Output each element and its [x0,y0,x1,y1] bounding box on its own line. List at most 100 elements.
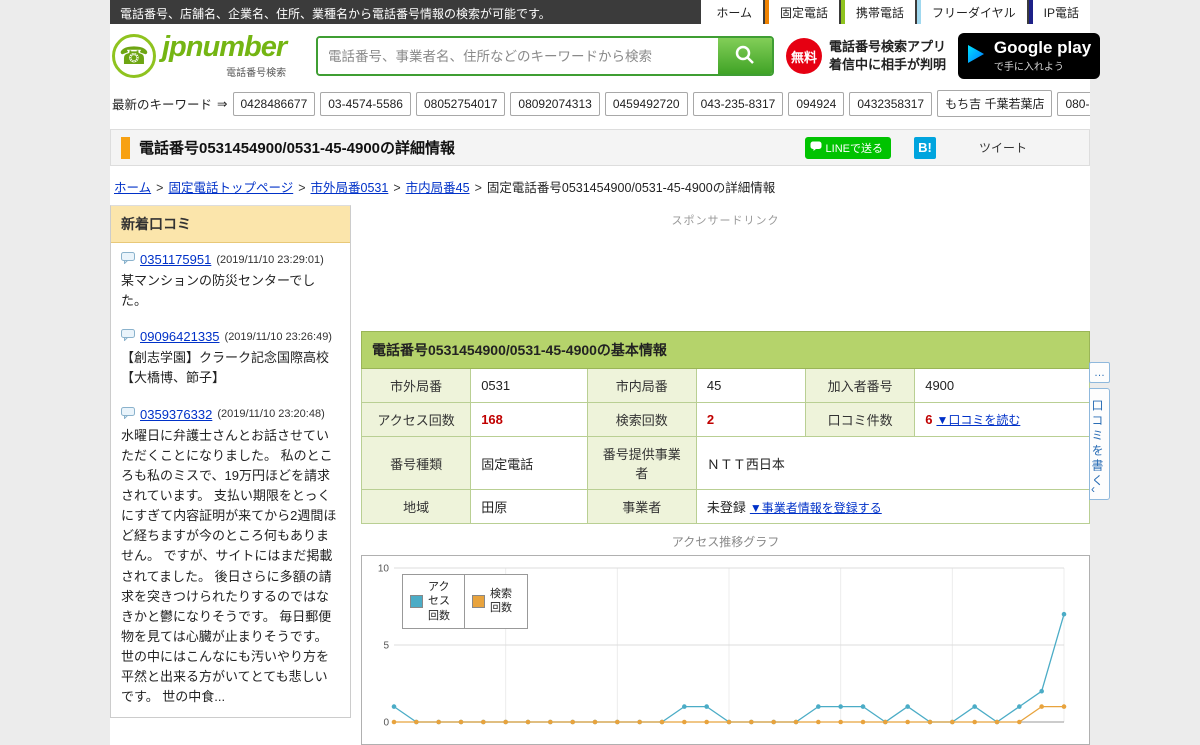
review-text: 【創志学園】クラーク記念国際高校【大橋博、節子】 [121,350,330,386]
business-value: 未登録 ▼事業者情報を登録する [695,489,1091,524]
keyword-button[interactable]: 0428486677 [232,91,316,116]
chart-legend: アクセス回数 検索回数 [402,574,528,629]
speech-bubble-icon [121,406,135,422]
number-type-label: 番号種類 [360,436,472,490]
keyword-button[interactable]: 080-3228-5174 [1057,91,1090,116]
breadcrumb-separator: > [156,181,164,195]
top-navigation: ホーム 固定電話 携帯電話 フリーダイヤル IP電話 [699,0,1090,24]
review-item: 0359376332 (2019/11/10 23:20:48) 水曜日に弁護士… [111,398,350,717]
city-code-value: 45 [695,368,807,403]
register-business-link[interactable]: ▼事業者情報を登録する [750,501,882,515]
ad-space [361,231,1090,331]
basic-info-title: 電話番号0531454900/0531-45-4900の基本情報 [361,331,1090,369]
topnav-ipphone[interactable]: IP電話 [1028,0,1090,24]
review-phone-link[interactable]: 09096421335 [140,329,220,344]
review-phone-link[interactable]: 0359376332 [140,407,212,422]
breadcrumb-city-code[interactable]: 市内局番45 [406,181,470,195]
review-item: 09096421335 (2019/11/10 23:26:49) 【創志学園】… [111,320,350,397]
table-row: 番号種類 固定電話 番号提供事業者 ＮＴＴ西日本 [360,436,1091,490]
svg-text:0: 0 [383,718,389,729]
app-promo-text: 電話番号検索アプリ 着信中に相手が判明 [829,38,946,73]
title-accent-block [121,136,130,159]
read-reviews-link[interactable]: ▼口コミを読む [936,413,1020,427]
review-text: 水曜日に弁護士さんとお話させていただくことになりました。 私のところも私のミスで… [121,427,337,705]
keywords-label: 最新のキーワード [112,98,213,112]
sidebar: 新着口コミ 0351175951 (2019/11/10 23:29:01) 某… [110,205,351,745]
speech-bubble-icon [121,329,135,344]
search-icon [734,44,756,69]
page-title-bar: 電話番号0531454900/0531-45-4900の詳細情報 LINEで送る… [110,129,1090,166]
side-panel-dots-button[interactable]: … [1089,362,1110,383]
top-bar: 電話番号、店舗名、企業名、住所、業種名から電話番号情報の検索が可能です。 ホーム… [110,0,1090,24]
breadcrumb-landline-top[interactable]: 固定電話トップページ [168,181,293,195]
review-timestamp: (2019/11/10 23:20:48) [217,408,325,421]
breadcrumb-home[interactable]: ホーム [114,181,151,195]
play-icon [967,44,985,69]
graph-title: アクセス推移グラフ [671,535,780,549]
keyword-button[interactable]: 043-235-8317 [692,91,784,116]
site-logo[interactable]: ☎ jpnumber 電話番号検索 [112,33,304,79]
store-name: Google play [993,38,1092,58]
area-code-value: 0531 [470,368,588,403]
review-count-number: 6 [925,412,933,427]
hatena-bookmark-button[interactable]: B! [913,136,936,159]
area-code-label: 市外局番 [360,368,472,403]
business-label: 事業者 [586,489,697,524]
site-header: ☎ jpnumber 電話番号検索 無料 電話番号検索アプリ 着信中に相手が判明 [110,24,1101,88]
new-reviews-box: 新着口コミ 0351175951 (2019/11/10 23:29:01) 某… [110,205,351,718]
line-share-button[interactable]: LINEで送る [804,136,891,159]
phone-logo-icon: ☎ [112,34,156,78]
number-type-value: 固定電話 [470,436,588,490]
keyword-button[interactable]: もち吉 千葉若葉店 [937,90,1053,117]
keyword-button[interactable]: 08052754017 [415,91,506,116]
keyword-button[interactable]: 0432358317 [849,91,933,116]
keyword-button[interactable]: 0459492720 [604,91,688,116]
review-timestamp: (2019/11/10 23:26:49) [224,330,332,343]
keyword-button[interactable]: 094924 [788,91,845,116]
legend-access: アクセス回数 [403,575,465,628]
topnav-home[interactable]: ホーム [701,0,763,24]
keyword-button[interactable]: 03-4574-5586 [320,91,411,116]
breadcrumb-separator: > [298,181,306,195]
review-count-label: 口コミ件数 [805,402,916,437]
tweet-button[interactable]: ツイート [979,139,1027,156]
page-title: 電話番号0531454900/0531-45-4900の詳細情報 [139,140,456,157]
search-input[interactable] [318,38,718,74]
access-count-label: アクセス回数 [360,402,472,437]
review-phone-link[interactable]: 0351175951 [140,252,211,267]
topnav-freedial[interactable]: フリーダイヤル [917,0,1027,24]
access-trend-graph: アクセス回数 検索回数 0 5 10 [361,555,1090,745]
line-share-label: LINEで送る [825,142,883,155]
keywords-arrow-icon: ⇒ [217,97,228,111]
line-bubble-icon [810,141,822,155]
provider-value: ＮＴＴ西日本 [695,436,1091,490]
table-row: 市外局番 0531 市内局番 45 加入者番号 4900 [360,368,1090,403]
breadcrumb-area-code[interactable]: 市外局番0531 [311,181,389,195]
app-promo-line2: 着信中に相手が判明 [829,57,947,72]
topnav-landline[interactable]: 固定電話 [764,0,839,24]
keyword-button[interactable]: 08092074313 [510,91,600,116]
content-area: 新着口コミ 0351175951 (2019/11/10 23:29:01) 某… [110,205,1091,745]
breadcrumb: ホーム > 固定電話トップページ > 市外局番0531 > 市内局番45 > 固定電話番号053… [110,166,1090,205]
review-text: 某マンションの防災センターでした。 [121,273,316,309]
city-code-label: 市内局番 [586,368,697,403]
topnav-mobile[interactable]: 携帯電話 [840,0,915,24]
subscriber-number-value: 4900 [914,368,1090,403]
search-button[interactable] [718,38,772,74]
region-value: 田原 [470,489,588,524]
google-play-badge[interactable]: Google play で手に入れよう [958,33,1101,79]
business-status: 未登録 [706,500,746,515]
breadcrumb-separator: > [393,181,401,195]
legend-search: 検索回数 [465,575,527,628]
access-count-value: 168 [470,402,588,437]
table-row: 地域 田原 事業者 未登録 ▼事業者情報を登録する [360,489,1091,524]
basic-info-table: 電話番号0531454900/0531-45-4900の基本情報 市外局番 05… [360,331,1091,524]
search-box [316,36,774,76]
main-column: スポンサードリンク 電話番号0531454900/0531-45-4900の基本… [360,205,1091,745]
side-panel-collapse-icon[interactable]: ‹ [1091,482,1095,496]
search-count-value: 2 [695,402,807,437]
table-row: アクセス回数 168 検索回数 2 口コミ件数 6 ▼口コミを読む [360,402,1090,437]
speech-bubble-icon [121,252,135,267]
free-badge: 無料 [786,38,822,74]
sponsored-link-label: スポンサードリンク [671,215,780,227]
